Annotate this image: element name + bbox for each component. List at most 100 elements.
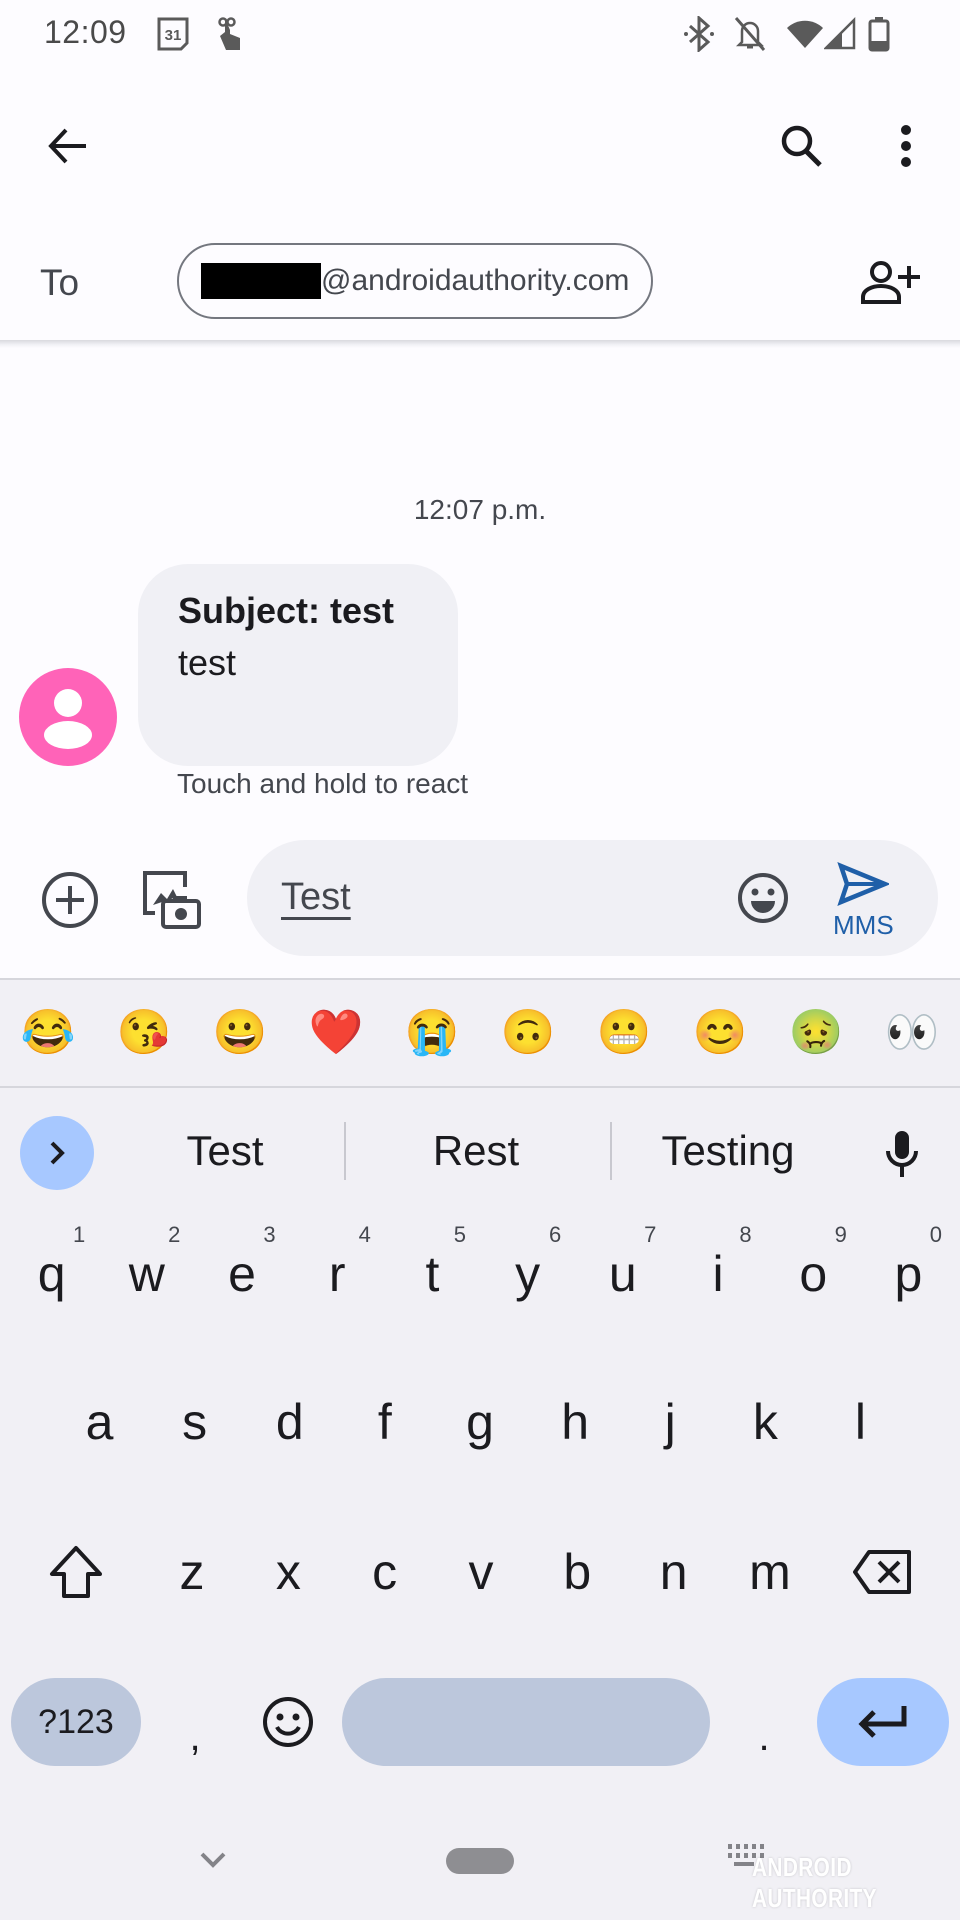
status-time: 12:09 (44, 14, 127, 50)
key-hint: 3 (263, 1222, 276, 1247)
key-hint: 4 (358, 1222, 371, 1247)
emoji-suggestion[interactable]: 🙃 (480, 1011, 576, 1055)
search-button[interactable] (762, 106, 842, 186)
emoji-suggestion[interactable]: 😭 (384, 1011, 480, 1055)
comma-key[interactable]: , (150, 1662, 240, 1782)
wifi-icon (786, 16, 824, 52)
message-subject: Subject: test (178, 590, 395, 631)
key-f[interactable]: f (337, 1362, 432, 1482)
key-y[interactable]: y6 (480, 1214, 575, 1334)
key-hint: 5 (453, 1222, 467, 1247)
key-x[interactable]: x (242, 1512, 334, 1632)
expand-toolbar-button[interactable] (20, 1116, 94, 1190)
more-options-button[interactable] (866, 106, 946, 186)
emoji-suggestion[interactable]: 😊 (672, 1011, 768, 1055)
header-divider (0, 340, 960, 348)
enter-key[interactable] (817, 1678, 949, 1766)
key-w[interactable]: w2 (99, 1214, 194, 1334)
emoji-suggestion[interactable]: ❤️ (288, 1011, 384, 1055)
recipient-chip[interactable]: @androidauthority.com (177, 243, 653, 319)
back-button[interactable] (28, 106, 108, 186)
key-l[interactable]: l (813, 1362, 908, 1482)
mic-icon (886, 1131, 918, 1177)
shift-key[interactable] (28, 1512, 124, 1632)
key-row-2: a s d f g h j k l (52, 1362, 908, 1482)
key-s[interactable]: s (147, 1362, 242, 1482)
key-hint: 9 (834, 1222, 847, 1247)
emoji-suggestion[interactable]: 😘 (96, 1011, 192, 1055)
key-u[interactable]: u7 (575, 1214, 670, 1334)
key-p[interactable]: p0 (861, 1214, 956, 1334)
key-q[interactable]: q1 (4, 1214, 99, 1334)
emoji-suggestion[interactable]: 😀 (192, 1011, 288, 1055)
home-handle[interactable] (446, 1848, 514, 1874)
emoji-suggestion[interactable]: 😬 (576, 1011, 672, 1055)
battery-icon (868, 16, 890, 52)
backspace-key[interactable] (834, 1512, 930, 1632)
key-label: t (425, 1246, 440, 1302)
key-v[interactable]: v (435, 1512, 527, 1632)
period-key[interactable]: . (716, 1662, 812, 1782)
key-b[interactable]: b (531, 1512, 623, 1632)
emoji-suggestion[interactable]: 👀 (864, 1011, 960, 1055)
message-input-text: Test (281, 876, 351, 918)
key-o[interactable]: o9 (766, 1214, 861, 1334)
key-hint: 0 (929, 1222, 943, 1247)
key-label: u (608, 1246, 637, 1302)
key-r[interactable]: r4 (290, 1214, 385, 1334)
key-hint: 1 (72, 1222, 86, 1247)
attach-button[interactable] (30, 860, 110, 940)
key-m[interactable]: m (724, 1512, 816, 1632)
key-label: y (515, 1246, 541, 1302)
send-icon (837, 862, 889, 906)
message-input[interactable]: Test MMS (247, 840, 938, 956)
key-label: r (328, 1246, 346, 1302)
gallery-camera-button[interactable] (132, 860, 212, 940)
to-label: To (40, 262, 80, 303)
key-row-3: z x c v b n m (146, 1512, 816, 1632)
watermark: ANDROID AUTHORITY (752, 1852, 877, 1913)
key-n[interactable]: n (628, 1512, 720, 1632)
react-hint: Touch and hold to react (177, 768, 469, 799)
key-c[interactable]: c (339, 1512, 431, 1632)
suggestion-3[interactable]: Testing (620, 1116, 836, 1186)
emoji-suggestion-row: 😂 😘 😀 ❤️ 😭 🙃 😬 😊 🤢 👀 (0, 980, 960, 1088)
emoji-button[interactable] (723, 858, 803, 938)
shift-icon (50, 1546, 102, 1598)
keyboard: 😂 😘 😀 ❤️ 😭 🙃 😬 😊 🤢 👀 Test Rest Testing q… (0, 978, 960, 1920)
key-h[interactable]: h (528, 1362, 623, 1482)
emoji-suggestion[interactable]: 🤢 (768, 1011, 864, 1055)
symbols-key[interactable]: ?123 (11, 1678, 141, 1766)
hide-keyboard-button[interactable] (190, 1842, 236, 1878)
key-k[interactable]: k (718, 1362, 813, 1482)
avatar[interactable] (19, 668, 117, 766)
add-contact-button[interactable] (850, 243, 930, 323)
calendar-icon: 31 (156, 16, 190, 52)
key-label: i (712, 1246, 724, 1302)
emoji-key[interactable] (240, 1662, 336, 1782)
key-z[interactable]: z (146, 1512, 238, 1632)
person-icon (44, 689, 92, 749)
emoji-suggestion[interactable]: 😂 (0, 1011, 96, 1055)
key-t[interactable]: t5 (385, 1214, 480, 1334)
key-a[interactable]: a (52, 1362, 147, 1482)
redacted-text (201, 263, 321, 299)
key-label: w (128, 1246, 165, 1302)
key-hint: 7 (644, 1222, 657, 1247)
key-e[interactable]: e3 (194, 1214, 289, 1334)
person-add-icon (861, 261, 920, 304)
message-bubble[interactable]: Subject: test test (138, 564, 458, 766)
send-mms-button[interactable]: MMS (823, 850, 903, 950)
chevron-right-icon (50, 1141, 65, 1165)
key-label: p (894, 1246, 923, 1302)
key-label: o (799, 1246, 828, 1302)
voice-input-button[interactable] (862, 1114, 942, 1194)
key-g[interactable]: g (432, 1362, 527, 1482)
space-bar[interactable] (342, 1678, 710, 1766)
suggestion-2[interactable]: Rest (360, 1116, 592, 1186)
key-i[interactable]: i8 (670, 1214, 765, 1334)
suggestion-1[interactable]: Test (120, 1116, 330, 1186)
key-j[interactable]: j (623, 1362, 718, 1482)
key-d[interactable]: d (242, 1362, 337, 1482)
suggestion-strip: Test Rest Testing (0, 1088, 960, 1200)
